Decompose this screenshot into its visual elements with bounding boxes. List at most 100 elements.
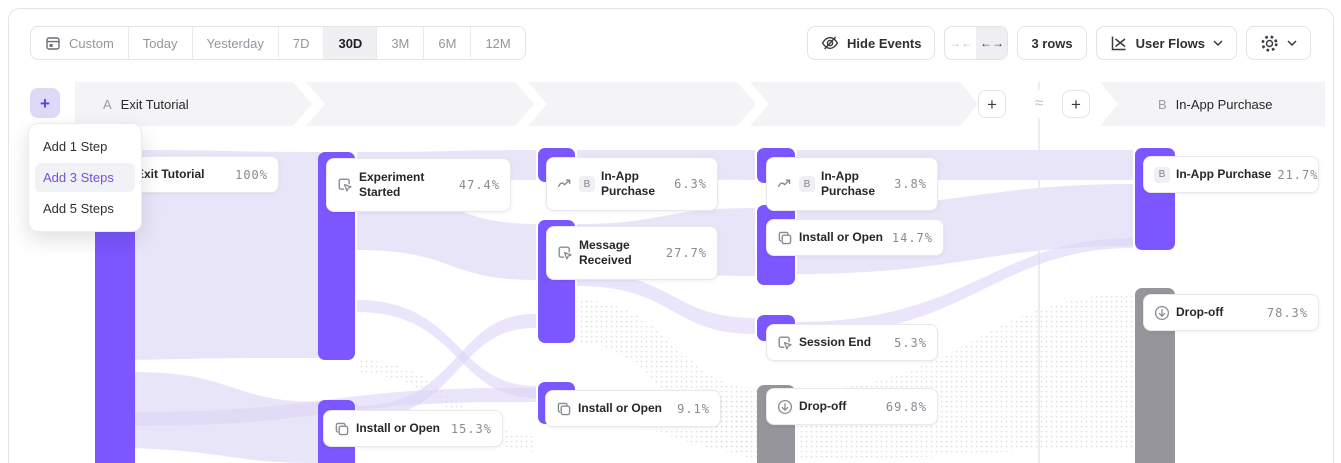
view-selector-button[interactable]: User Flows [1096, 26, 1237, 60]
trend-arrow-icon [777, 176, 793, 192]
date-range-yesterday[interactable]: Yesterday [192, 27, 278, 59]
hide-events-button[interactable]: Hide Events [807, 26, 935, 60]
flows-chart-icon [1110, 34, 1128, 52]
chevron-down-icon [1213, 40, 1223, 46]
band-chevron-separator [515, 82, 547, 126]
rows-label: 3 rows [1031, 36, 1072, 51]
node-percent: 6.3% [674, 177, 707, 191]
band-chevron-separator [293, 82, 325, 126]
collapse-expand-control: →← ←→ [944, 26, 1008, 60]
calendar-icon [45, 35, 61, 51]
step-b-badge: B [1158, 97, 1167, 112]
event-click-icon [557, 245, 573, 261]
date-range-12m[interactable]: 12M [470, 27, 524, 59]
node-percent: 3.8% [894, 177, 927, 191]
node-percent: 69.8% [886, 400, 927, 414]
user-flows-report: Custom Today Yesterday 7D 30D 3M 6M 12M … [0, 0, 1341, 463]
node-label: Message Received [579, 238, 660, 268]
date-range-3m[interactable]: 3M [376, 27, 423, 59]
settings-button[interactable] [1246, 26, 1311, 60]
node-percent: 5.3% [894, 336, 927, 350]
node-label: In-App Purchase [821, 169, 888, 199]
node-card-in-app-purchase-6[interactable]: B In-App Purchase 6.3% [546, 157, 718, 211]
chevron-down-icon [1287, 40, 1297, 46]
node-label: Drop-off [799, 399, 846, 414]
drop-off-icon [1154, 305, 1170, 321]
step-a-badge: A [103, 97, 112, 112]
node-card-in-app-purchase-21[interactable]: B In-App Purchase 21.7% [1143, 156, 1319, 193]
step-a-label: Exit Tutorial [121, 97, 189, 112]
node-percent: 14.7% [892, 231, 933, 245]
approx-join-toggle[interactable]: ≈ [1026, 90, 1052, 118]
add-step-before-b-button[interactable]: + [1062, 90, 1090, 118]
event-click-icon [777, 335, 793, 351]
node-card-session-end[interactable]: Session End 5.3% [766, 324, 938, 361]
node-card-install-or-open-14[interactable]: Install or Open 14.7% [766, 219, 944, 256]
node-percent: 27.7% [666, 246, 707, 260]
menu-item-add-3-steps[interactable]: Add 3 Steps [35, 163, 135, 192]
node-card-install-or-open-15[interactable]: Install or Open 15.3% [323, 410, 503, 447]
node-percent: 100% [235, 168, 268, 182]
expand-icon: ←→ [980, 36, 1004, 50]
node-label: In-App Purchase [601, 169, 668, 199]
plus-icon: + [1071, 96, 1081, 113]
gear-icon [1260, 34, 1279, 53]
hide-events-label: Hide Events [847, 36, 921, 51]
node-label: In-App Purchase [1176, 167, 1271, 182]
node-card-install-or-open-9[interactable]: Install or Open 9.1% [545, 390, 721, 427]
step-band-a[interactable]: A Exit Tutorial [75, 82, 978, 126]
node-percent: 21.7% [1277, 168, 1318, 182]
node-card-in-app-purchase-3[interactable]: B In-App Purchase 3.8% [766, 157, 938, 211]
node-label: Drop-off [1176, 305, 1223, 320]
add-steps-menu: Add 1 Step Add 3 Steps Add 5 Steps [28, 123, 142, 232]
app-windows-icon [334, 421, 350, 437]
node-percent: 47.4% [459, 178, 500, 192]
menu-item-add-1-step[interactable]: Add 1 Step [29, 132, 141, 161]
node-label: Install or Open [356, 421, 440, 436]
date-range-30d[interactable]: 30D [323, 27, 376, 59]
node-card-experiment-started[interactable]: Experiment Started 47.4% [326, 158, 511, 212]
node-percent: 9.1% [677, 402, 710, 416]
trend-arrow-icon [557, 176, 573, 192]
toolbar-right: Hide Events →← ←→ 3 rows User Flows [807, 26, 1311, 60]
date-range-6m[interactable]: 6M [423, 27, 470, 59]
menu-item-add-5-steps[interactable]: Add 5 Steps [29, 194, 141, 223]
node-label: Experiment Started [359, 170, 453, 200]
step-b-chip: B [579, 176, 595, 192]
node-label: Exit Tutorial [136, 167, 204, 182]
node-label: Install or Open [578, 401, 662, 416]
plus-icon: + [987, 96, 997, 113]
step-b-chip: B [1154, 167, 1170, 183]
node-card-message-received[interactable]: Message Received 27.7% [546, 226, 718, 280]
date-range-today[interactable]: Today [128, 27, 192, 59]
node-label: Session End [799, 335, 871, 350]
date-range-7d[interactable]: 7D [278, 27, 324, 59]
step-band-b[interactable]: B In-App Purchase [1100, 82, 1325, 126]
node-card-drop-off-78[interactable]: Drop-off 78.3% [1143, 294, 1319, 331]
toolbar: Custom Today Yesterday 7D 30D 3M 6M 12M … [30, 26, 1311, 60]
add-step-before-button[interactable]: + [30, 88, 60, 118]
node-label: Install or Open [799, 230, 883, 245]
add-step-after-a-button[interactable]: + [978, 90, 1006, 118]
date-range-custom[interactable]: Custom [31, 27, 128, 59]
app-windows-icon [777, 230, 793, 246]
band-chevron-separator [737, 82, 769, 126]
approx-icon: ≈ [1035, 95, 1044, 113]
event-click-icon [337, 177, 353, 193]
date-range-label: Custom [69, 36, 114, 51]
node-percent: 15.3% [451, 422, 492, 436]
rows-button[interactable]: 3 rows [1017, 26, 1086, 60]
date-range-control: Custom Today Yesterday 7D 30D 3M 6M 12M [30, 26, 526, 60]
drop-off-icon [777, 399, 793, 415]
expand-columns-button[interactable]: ←→ [976, 27, 1007, 59]
step-b-chip: B [799, 176, 815, 192]
node-percent: 78.3% [1267, 306, 1308, 320]
collapse-icon: →← [949, 36, 973, 50]
collapse-columns-button[interactable]: →← [945, 27, 976, 59]
app-windows-icon [556, 401, 572, 417]
step-b-label: In-App Purchase [1176, 97, 1273, 112]
plus-icon: + [40, 95, 50, 112]
view-selector-label: User Flows [1136, 36, 1205, 51]
eye-off-icon [821, 34, 839, 52]
node-card-drop-off-69[interactable]: Drop-off 69.8% [766, 388, 938, 425]
